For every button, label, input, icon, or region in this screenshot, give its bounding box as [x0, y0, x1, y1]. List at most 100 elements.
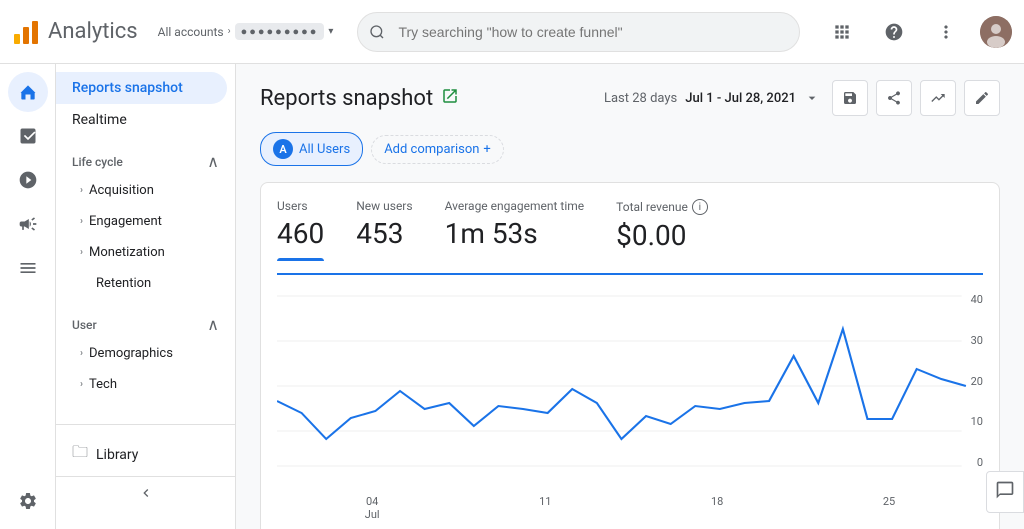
export-icon — [441, 87, 459, 105]
tech-label: Tech — [89, 377, 117, 392]
demographics-label: Demographics — [89, 346, 173, 361]
metric-revenue[interactable]: Total revenue i $0.00 — [616, 199, 708, 273]
rail-settings-button[interactable] — [8, 481, 48, 521]
sidebar-item-reports-snapshot[interactable]: Reports snapshot — [56, 72, 227, 104]
metric-engagement[interactable]: Average engagement time 1m 53s — [445, 199, 585, 273]
apps-button[interactable] — [824, 14, 860, 50]
help-button[interactable] — [876, 14, 912, 50]
metric-new-users-value: 453 — [356, 217, 412, 250]
sidebar-lifecycle-section: Life cycle ∧ — [56, 136, 235, 175]
app-title: Analytics — [48, 19, 138, 44]
metrics-row: Users 460 New users 453 Average engageme… — [277, 199, 983, 275]
rail-explore-button[interactable] — [8, 160, 48, 200]
apps-icon — [832, 22, 852, 42]
date-selector[interactable]: Last 28 days Jul 1 - Jul 28, 2021 — [604, 90, 820, 106]
sidebar-lifecycle-chevron[interactable]: ∧ — [207, 152, 219, 171]
sidebar-user-chevron[interactable]: ∧ — [207, 315, 219, 334]
metric-tab-indicator — [277, 258, 324, 261]
explore-icon — [18, 170, 38, 190]
metric-revenue-label: Total revenue i — [616, 199, 708, 215]
sidebar-item-acquisition[interactable]: › Acquisition — [56, 175, 235, 206]
topbar-icons — [824, 14, 1012, 50]
search-icon — [369, 24, 385, 40]
y-axis-labels: 40 30 20 10 0 — [953, 291, 983, 471]
rail-reports-button[interactable] — [8, 116, 48, 156]
compare-button[interactable] — [920, 80, 956, 116]
tech-chevron: › — [80, 379, 83, 390]
page-header: Reports snapshot Last 28 days Jul 1 - Ju… — [260, 80, 1000, 116]
sidebar-collapse-button[interactable] — [56, 476, 235, 509]
engagement-chevron: › — [80, 216, 83, 227]
save-report-button[interactable] — [832, 80, 868, 116]
all-users-dot: A — [273, 139, 293, 159]
sidebar-item-library[interactable]: 🗀 Library — [56, 433, 235, 476]
account-path: All accounts — [158, 25, 224, 39]
add-comparison-label: Add comparison — [384, 142, 479, 157]
y-label-40: 40 — [953, 293, 983, 306]
sidebar-item-realtime[interactable]: Realtime — [56, 104, 227, 136]
sidebar-item-demographics[interactable]: › Demographics — [56, 338, 235, 369]
metric-engagement-value: 1m 53s — [445, 217, 585, 250]
save-icon — [842, 90, 858, 106]
sidebar-user-label: User — [72, 318, 97, 332]
y-label-20: 20 — [953, 375, 983, 388]
all-users-chip[interactable]: A All Users — [260, 132, 363, 166]
chart-area: 40 30 20 10 0 — [277, 291, 983, 491]
search-wrap — [357, 12, 800, 52]
acquisition-chevron: › — [80, 185, 83, 196]
reports-icon — [18, 126, 38, 146]
account-selector[interactable]: All accounts › ●●●●●●●●● ▾ — [158, 23, 334, 40]
header-right: Last 28 days Jul 1 - Jul 28, 2021 — [604, 80, 1000, 116]
edit-button[interactable] — [964, 80, 1000, 116]
sidebar-item-retention[interactable]: Retention — [56, 268, 235, 299]
collapse-icon — [138, 485, 154, 501]
retention-label: Retention — [96, 276, 151, 291]
x-label-04-jul: 04 Jul — [365, 495, 380, 521]
y-label-0: 0 — [953, 456, 983, 469]
add-comparison-chip[interactable]: Add comparison + — [371, 135, 504, 164]
more-icon — [936, 22, 956, 42]
main-layout: Reports snapshot Realtime Life cycle ∧ ›… — [0, 64, 1024, 529]
sidebar: Reports snapshot Realtime Life cycle ∧ ›… — [56, 64, 236, 529]
feedback-button[interactable] — [986, 471, 1024, 513]
topbar: Analytics All accounts › ●●●●●●●●● ▾ — [0, 0, 1024, 64]
account-path-chevron: › — [228, 26, 231, 37]
date-range: Jul 1 - Jul 28, 2021 — [685, 91, 796, 106]
search-input[interactable] — [357, 12, 800, 52]
page-title-export-icon[interactable] — [441, 87, 459, 110]
settings-icon — [18, 491, 38, 511]
share-icon — [886, 90, 902, 106]
icon-rail — [0, 64, 56, 529]
x-label-25: 25 — [883, 495, 895, 521]
sidebar-item-monetization[interactable]: › Monetization — [56, 237, 235, 268]
account-dropdown-icon[interactable]: ▾ — [328, 26, 333, 37]
edit-icon — [974, 90, 990, 106]
metric-new-users[interactable]: New users 453 — [356, 199, 412, 273]
rail-advertising-button[interactable] — [8, 204, 48, 244]
library-folder-icon: 🗀 — [72, 441, 88, 468]
more-button[interactable] — [928, 14, 964, 50]
user-avatar[interactable] — [980, 16, 1012, 48]
metric-users[interactable]: Users 460 — [277, 199, 324, 273]
logo: Analytics — [12, 18, 150, 46]
home-icon — [18, 82, 38, 102]
x-label-18: 18 — [711, 495, 723, 521]
chart-line — [277, 329, 966, 439]
metric-new-users-label: New users — [356, 199, 412, 213]
sidebar-item-realtime-label: Realtime — [72, 112, 127, 128]
sidebar-item-engagement[interactable]: › Engagement — [56, 206, 235, 237]
analytics-logo-icon — [12, 18, 40, 46]
rail-configure-button[interactable] — [8, 248, 48, 288]
avatar-image — [980, 16, 1012, 48]
revenue-info-icon[interactable]: i — [692, 199, 708, 215]
account-name[interactable]: ●●●●●●●●● — [235, 23, 325, 40]
rail-home-button[interactable] — [8, 72, 48, 112]
search-bar — [357, 12, 800, 52]
feedback-icon — [995, 480, 1015, 500]
monetization-label: Monetization — [89, 245, 165, 260]
share-button[interactable] — [876, 80, 912, 116]
metric-users-label: Users — [277, 199, 324, 213]
sidebar-lifecycle-label: Life cycle — [72, 155, 123, 169]
sidebar-item-tech[interactable]: › Tech — [56, 369, 235, 400]
x-axis-labels: 04 Jul 11 18 25 — [277, 491, 983, 521]
